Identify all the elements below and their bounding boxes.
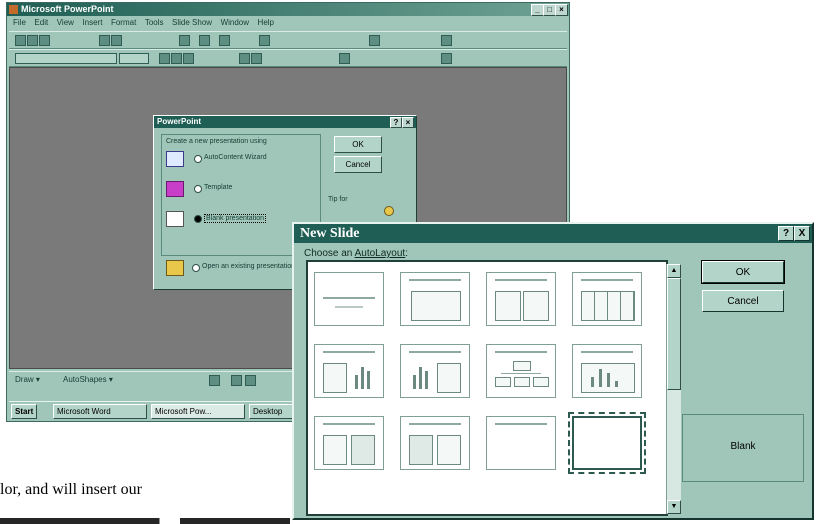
layout-bulleted-list[interactable]	[400, 272, 470, 326]
taskbar-word[interactable]: Microsoft Word	[53, 404, 147, 419]
powerpoint-title: Microsoft PowerPoint	[21, 4, 114, 14]
line-tool-icon[interactable]	[209, 375, 220, 386]
layout-title-slide[interactable]	[314, 272, 384, 326]
close-button[interactable]: X	[794, 226, 810, 241]
gallery-scrollbar[interactable]: ▲ ▼	[666, 264, 681, 514]
selected-layout-name: Blank	[730, 441, 756, 452]
new-slide-title-bar[interactable]: New Slide ? X	[294, 224, 812, 243]
new-slide-dialog: New Slide ? X Choose an AutoLayout: ▲ ▼ …	[292, 222, 814, 520]
save-icon[interactable]	[39, 35, 50, 46]
open-icon[interactable]	[27, 35, 38, 46]
option-open-label[interactable]: Open an existing presentation	[202, 263, 295, 270]
option-autocontent-radio[interactable]	[194, 155, 202, 163]
new-slide-icon[interactable]	[259, 35, 270, 46]
layout-blank[interactable]	[568, 412, 646, 474]
template-icon	[166, 181, 184, 197]
fill-color-icon[interactable]	[231, 375, 242, 386]
increase-font-icon[interactable]	[339, 53, 350, 64]
menu-view[interactable]: View	[57, 18, 74, 27]
document-text-line: lor, and will insert our	[0, 481, 142, 498]
help-button[interactable]: ?	[778, 226, 794, 241]
layout-chart-and-text[interactable]	[400, 344, 470, 398]
font-box-icon[interactable]	[15, 53, 117, 64]
line-color-icon[interactable]	[245, 375, 256, 386]
menu-window[interactable]: Window	[221, 18, 249, 27]
layout-two-column-text[interactable]	[486, 272, 556, 326]
standard-toolbar	[9, 31, 567, 49]
formatting-toolbar	[9, 49, 567, 67]
help-icon[interactable]	[441, 35, 452, 46]
center-icon[interactable]	[251, 53, 262, 64]
animation-icon[interactable]	[441, 53, 452, 64]
layout-chart[interactable]	[572, 344, 642, 398]
insert-table-icon[interactable]	[219, 35, 230, 46]
option-autocontent-label[interactable]: AutoContent Wizard	[204, 154, 267, 161]
italic-icon[interactable]	[171, 53, 182, 64]
powerpoint-app-icon	[9, 5, 18, 14]
new-icon[interactable]	[15, 35, 26, 46]
scroll-up-button[interactable]: ▲	[667, 264, 681, 278]
cancel-button[interactable]: Cancel	[702, 290, 784, 312]
menu-help[interactable]: Help	[258, 18, 274, 27]
menu-edit[interactable]: Edit	[34, 18, 48, 27]
startup-cancel-button[interactable]: Cancel	[334, 156, 382, 173]
layout-clip-art-and-text[interactable]	[400, 416, 470, 470]
option-blank-radio[interactable]	[194, 215, 202, 223]
layout-text-and-chart[interactable]	[314, 344, 384, 398]
cut-icon[interactable]	[99, 35, 110, 46]
layout-title-only[interactable]	[486, 416, 556, 470]
menu-bar: File Edit View Insert Format Tools Slide…	[7, 17, 569, 30]
copy-icon[interactable]	[111, 35, 122, 46]
option-template-radio[interactable]	[194, 185, 202, 193]
autolayout-label: Choose an AutoLayout:	[304, 248, 408, 259]
startup-prompt: Create a new presentation using	[166, 138, 267, 145]
layout-preview-box: Blank	[682, 414, 804, 482]
scroll-thumb[interactable]	[667, 278, 681, 390]
align-left-icon[interactable]	[239, 53, 250, 64]
new-slide-title: New Slide	[300, 226, 360, 241]
underline-icon[interactable]	[183, 53, 194, 64]
wizard-icon	[166, 151, 184, 167]
scroll-down-button[interactable]: ▼	[667, 500, 681, 514]
option-blank-label[interactable]: Blank presentation	[204, 214, 266, 223]
ok-button[interactable]: OK	[701, 260, 785, 284]
font-size-box-icon[interactable]	[119, 53, 149, 64]
clip-art-figure-icon	[409, 435, 433, 465]
option-template-label[interactable]: Template	[204, 184, 232, 191]
menu-slide-show[interactable]: Slide Show	[172, 18, 212, 27]
open-folder-icon	[166, 260, 184, 276]
draw-menu[interactable]: Draw ▾	[15, 375, 40, 384]
autolayout-gallery[interactable]: ▲ ▼	[306, 260, 681, 516]
zoom-dropdown-icon[interactable]	[369, 35, 380, 46]
startup-dialog-title-bar[interactable]: PowerPoint ? ×	[154, 116, 416, 128]
startup-dialog-title: PowerPoint	[157, 117, 202, 126]
web-toolbar-icon[interactable]	[199, 35, 210, 46]
close-button[interactable]: ×	[555, 4, 568, 16]
menu-insert[interactable]: Insert	[82, 18, 102, 27]
start-button[interactable]: Start	[11, 404, 38, 419]
clip-art-figure-icon	[351, 435, 375, 465]
taskbar-desktop[interactable]: Desktop	[249, 404, 297, 419]
autoshapes-menu[interactable]: AutoShapes ▾	[63, 375, 113, 384]
hyperlink-icon[interactable]	[179, 35, 190, 46]
tip-label: Tip for	[328, 196, 348, 203]
startup-help-button[interactable]: ?	[390, 117, 402, 128]
layout-table[interactable]	[572, 272, 642, 326]
document-text-line-clipped	[0, 508, 290, 524]
menu-format[interactable]: Format	[111, 18, 136, 27]
layout-text-and-clip-art[interactable]	[314, 416, 384, 470]
powerpoint-title-bar[interactable]: Microsoft PowerPoint _ □ ×	[7, 3, 569, 16]
option-open-radio[interactable]	[192, 264, 200, 272]
layout-organization-chart[interactable]	[486, 344, 556, 398]
blank-presentation-icon	[166, 211, 184, 227]
tip-lightbulb-icon	[384, 206, 394, 216]
startup-close-button[interactable]: ×	[402, 117, 414, 128]
startup-ok-button[interactable]: OK	[334, 136, 382, 153]
menu-file[interactable]: File	[13, 18, 26, 27]
taskbar-powerpoint[interactable]: Microsoft Pow...	[151, 404, 245, 419]
menu-tools[interactable]: Tools	[145, 18, 164, 27]
bold-icon[interactable]	[159, 53, 170, 64]
